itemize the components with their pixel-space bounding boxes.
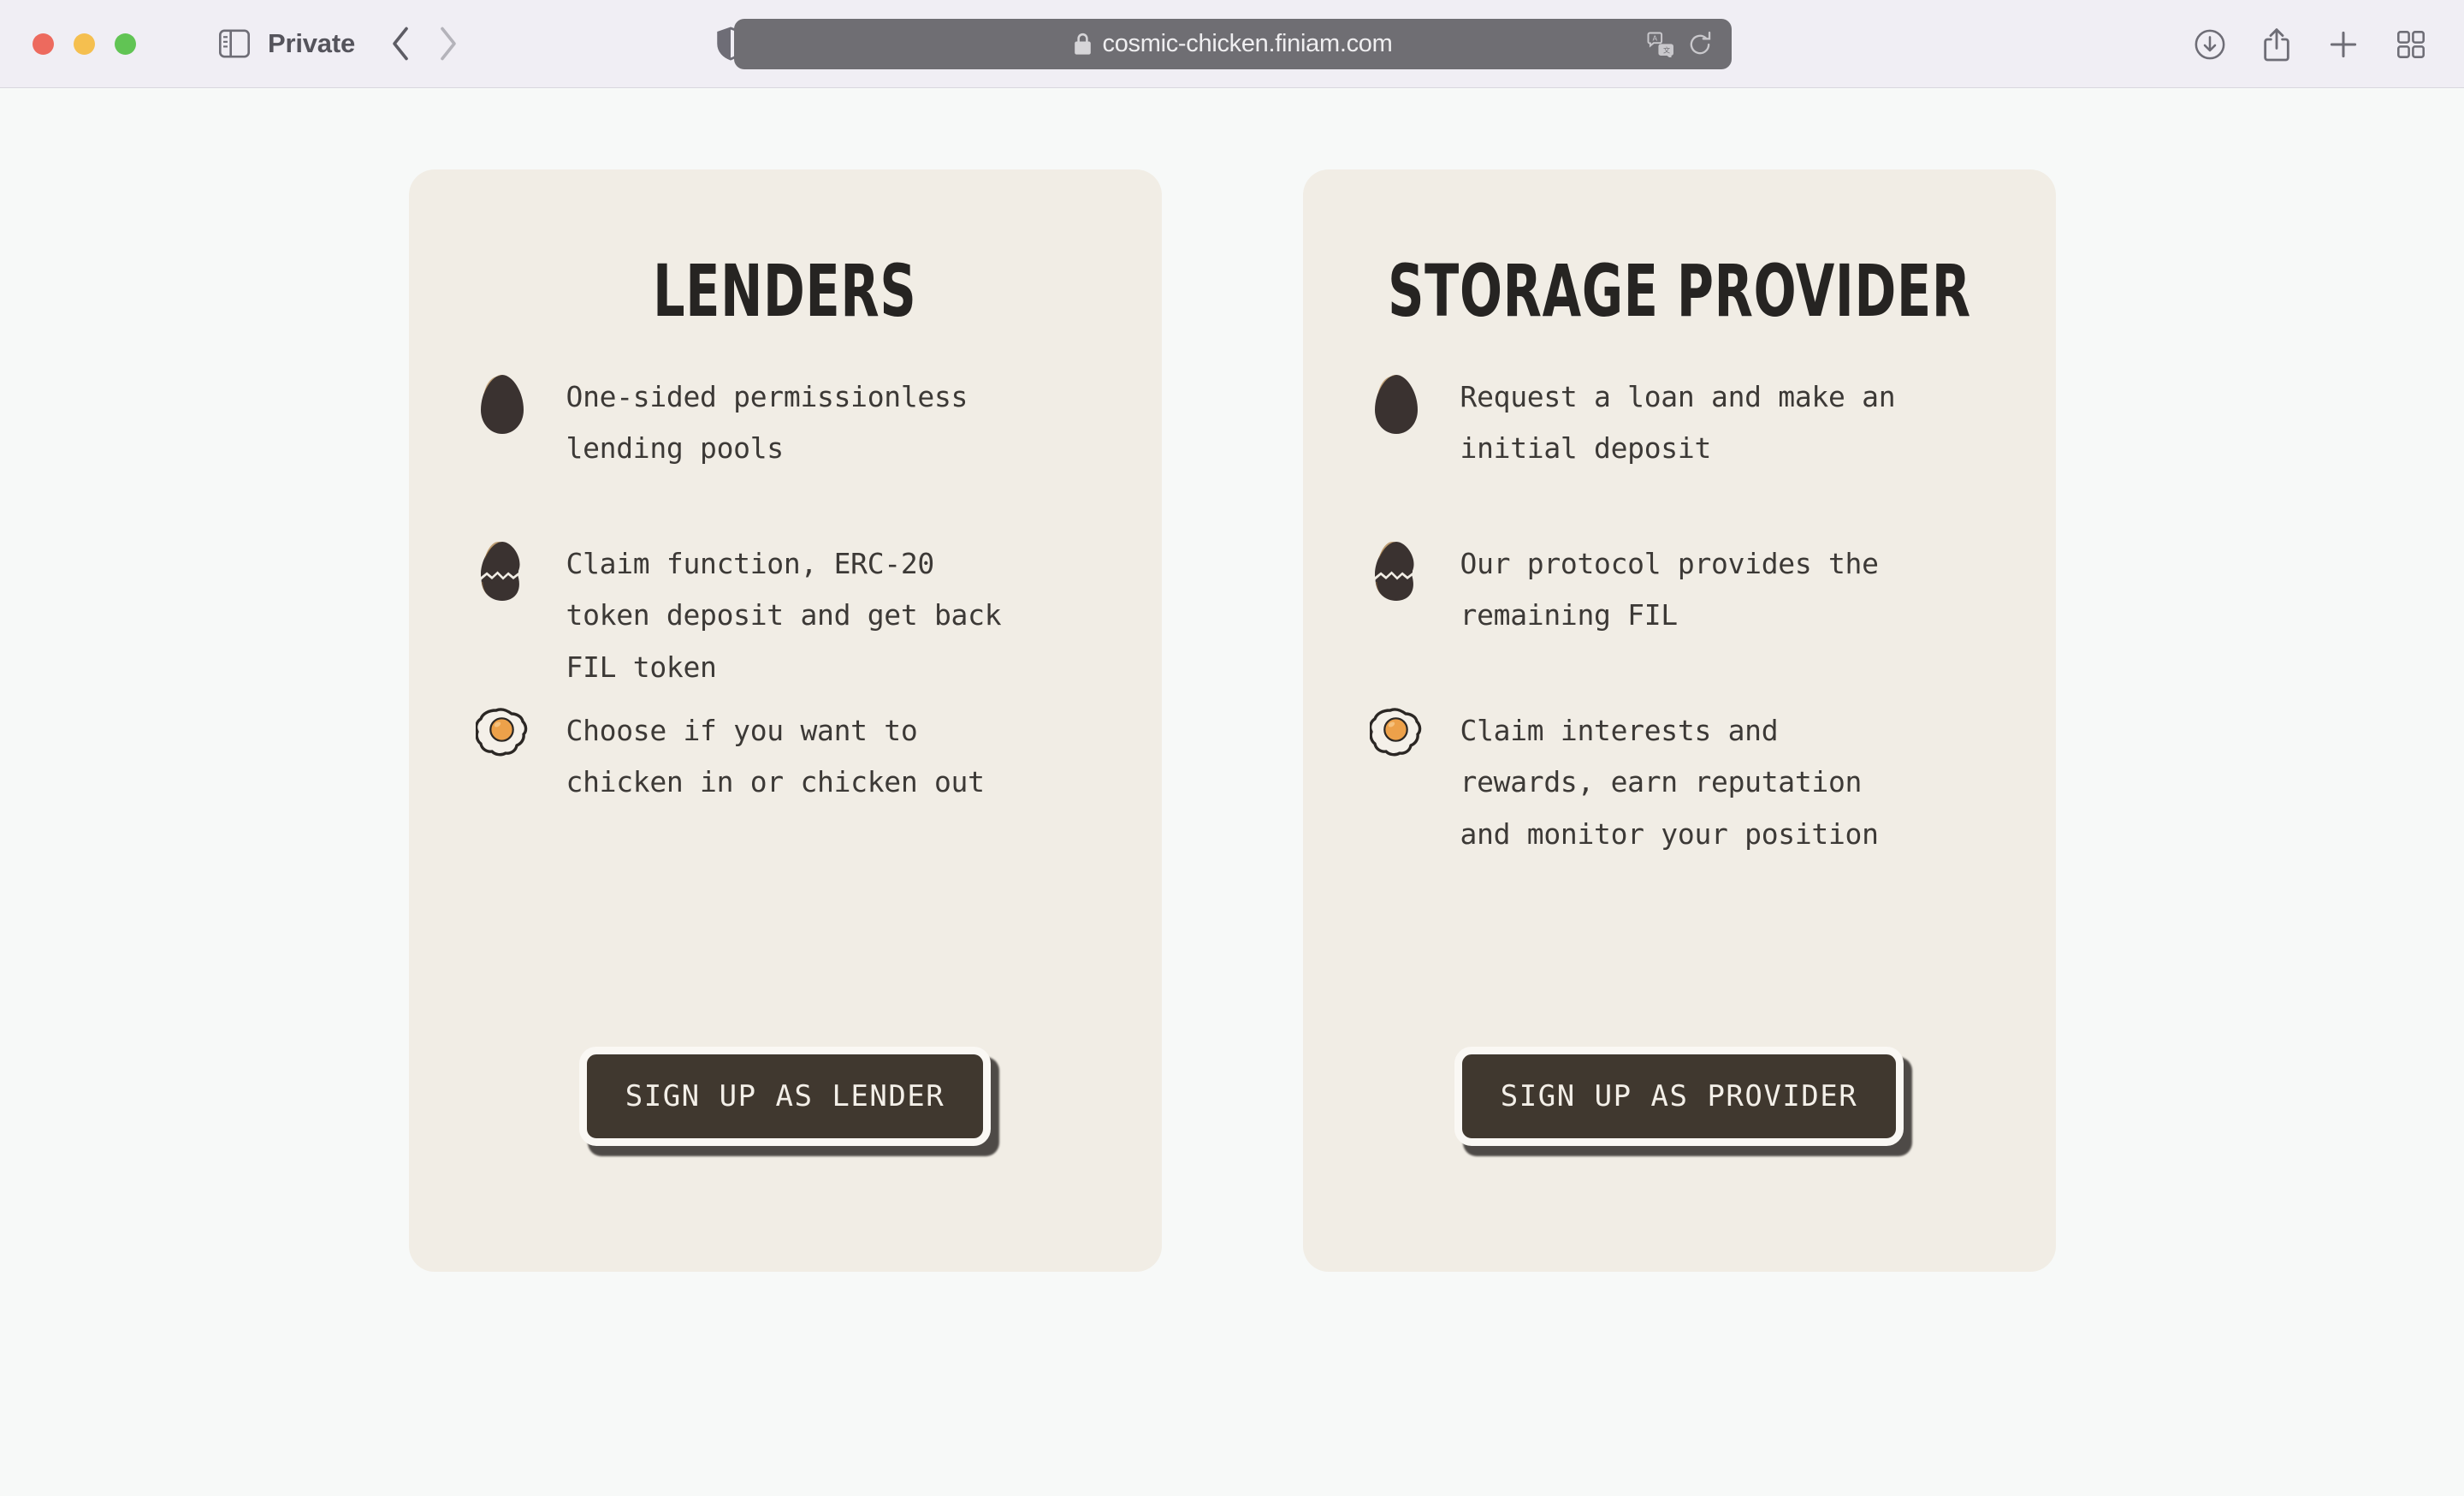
sign-up-as-provider-button[interactable]: SIGN UP AS PROVIDER bbox=[1454, 1047, 1904, 1146]
lenders-card: LENDERS One-sided permissionless lending… bbox=[408, 169, 1162, 1272]
list-item-label: Claim function, ERC-20 token deposit and… bbox=[566, 547, 1002, 684]
back-button[interactable] bbox=[389, 26, 412, 62]
address-bar-content: cosmic-chicken.finiam.com bbox=[1074, 30, 1393, 58]
list-item: Choose if you want to chicken in or chic… bbox=[474, 703, 1080, 870]
address-bar[interactable]: cosmic-chicken.finiam.com A 文 bbox=[734, 19, 1732, 69]
browser-toolbar: Private cosmic-chicken.finiam.com A 文 bbox=[0, 0, 2464, 88]
private-browsing-label: Private bbox=[268, 28, 355, 58]
fried-egg-icon bbox=[1368, 703, 1424, 770]
svg-text:文: 文 bbox=[1663, 45, 1670, 54]
lock-icon bbox=[1074, 33, 1092, 56]
translate-icon[interactable]: A 文 bbox=[1647, 32, 1675, 57]
minimize-window-button[interactable] bbox=[74, 33, 95, 55]
plus-icon[interactable] bbox=[2327, 28, 2360, 61]
downloads-icon[interactable] bbox=[2194, 28, 2226, 61]
forward-button[interactable] bbox=[437, 26, 459, 62]
list-item-label: Our protocol provides the remaining FIL bbox=[1460, 547, 1880, 632]
list-item: One-sided permissionless lending pools bbox=[474, 370, 1080, 537]
reload-icon[interactable] bbox=[1687, 31, 1713, 58]
egg-whole-icon bbox=[474, 370, 530, 436]
toolbar-right-actions bbox=[2194, 0, 2426, 88]
fried-egg-icon bbox=[474, 703, 530, 770]
provider-cta-wrapper: SIGN UP AS PROVIDER bbox=[1454, 1047, 1913, 1156]
list-item: Request a loan and make an initial depos… bbox=[1368, 370, 1974, 537]
list-item-label: Claim interests and rewards, earn reputa… bbox=[1460, 714, 1880, 851]
storage-provider-feature-list: Request a loan and make an initial depos… bbox=[1303, 370, 2056, 870]
page-content: LENDERS One-sided permissionless lending… bbox=[0, 88, 2464, 1496]
page-title: LENDERS bbox=[653, 249, 917, 333]
tab-overview-icon[interactable] bbox=[2396, 29, 2426, 60]
window-controls bbox=[33, 33, 136, 55]
lender-cta-wrapper: SIGN UP AS LENDER bbox=[578, 1047, 1000, 1156]
list-item: Claim function, ERC-20 token deposit and… bbox=[474, 537, 1080, 703]
close-window-button[interactable] bbox=[33, 33, 54, 55]
list-item-label: One-sided permissionless lending pools bbox=[566, 380, 968, 466]
egg-whole-icon bbox=[1368, 370, 1424, 436]
signup-cards: LENDERS One-sided permissionless lending… bbox=[408, 169, 2056, 1496]
list-item-label: Choose if you want to chicken in or chic… bbox=[566, 714, 986, 799]
navigation-arrows bbox=[389, 26, 459, 62]
storage-provider-card: STORAGE PROVIDER Request a loan and make… bbox=[1302, 169, 2056, 1272]
lenders-feature-list: One-sided permissionless lending pools C… bbox=[409, 370, 1162, 870]
sidebar-and-private-group: Private bbox=[218, 28, 355, 59]
list-item: Our protocol provides the remaining FIL bbox=[1368, 537, 1974, 703]
url-text: cosmic-chicken.finiam.com bbox=[1102, 30, 1393, 57]
egg-cracked-icon bbox=[1368, 537, 1424, 603]
address-bar-actions: A 文 bbox=[1647, 19, 1713, 69]
sidebar-icon[interactable] bbox=[218, 29, 251, 58]
maximize-window-button[interactable] bbox=[115, 33, 136, 55]
svg-text:A: A bbox=[1652, 33, 1657, 42]
page-title: STORAGE PROVIDER bbox=[1387, 249, 1971, 333]
list-item-label: Request a loan and make an initial depos… bbox=[1460, 380, 1896, 466]
list-item: Claim interests and rewards, earn reputa… bbox=[1368, 703, 1974, 870]
egg-cracked-icon bbox=[474, 537, 530, 603]
sign-up-as-lender-button[interactable]: SIGN UP AS LENDER bbox=[578, 1047, 992, 1146]
share-icon[interactable] bbox=[2262, 27, 2291, 62]
